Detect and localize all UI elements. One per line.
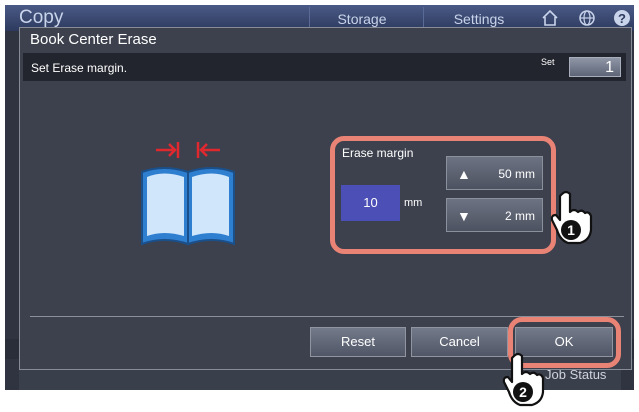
reset-button[interactable]: Reset <box>310 327 406 357</box>
dialog-title: Book Center Erase <box>30 31 157 48</box>
min-value-label: 2 mm <box>505 209 535 223</box>
book-center-erase-dialog: Book Center Erase Set Erase margin. Set … <box>19 27 632 370</box>
max-value-label: 50 mm <box>498 167 535 181</box>
pointing-hand-icon: 1 <box>550 190 593 245</box>
step-2-number: 2 <box>519 384 527 400</box>
decrease-margin-button[interactable]: ▼ 2 mm <box>446 198 543 232</box>
globe-icon[interactable] <box>578 9 596 27</box>
step-1-number: 1 <box>567 222 575 238</box>
increase-margin-button[interactable]: ▲ 50 mm <box>446 156 543 190</box>
set-label: Set <box>541 57 555 67</box>
arrow-up-icon: ▲ <box>457 166 471 182</box>
home-icon[interactable] <box>541 9 559 27</box>
instruction-text: Set Erase margin. <box>31 61 128 75</box>
help-icon[interactable]: ? <box>613 9 631 27</box>
erase-margin-unit: mm <box>404 197 423 209</box>
background-left-panel <box>5 31 19 390</box>
arrow-down-icon: ▼ <box>457 208 471 224</box>
cancel-button[interactable]: Cancel <box>411 327 508 357</box>
set-count-field[interactable]: 1 <box>569 57 621 77</box>
instruction-bar: Set Erase margin. Set 1 <box>23 53 626 81</box>
pointing-hand-icon: 2 <box>502 352 545 407</box>
svg-text:?: ? <box>618 11 626 26</box>
book-icon <box>141 142 235 246</box>
erase-margin-value[interactable]: 10 <box>341 185 400 221</box>
app-title: Copy <box>19 7 64 28</box>
erase-margin-label: Erase margin <box>342 146 414 160</box>
